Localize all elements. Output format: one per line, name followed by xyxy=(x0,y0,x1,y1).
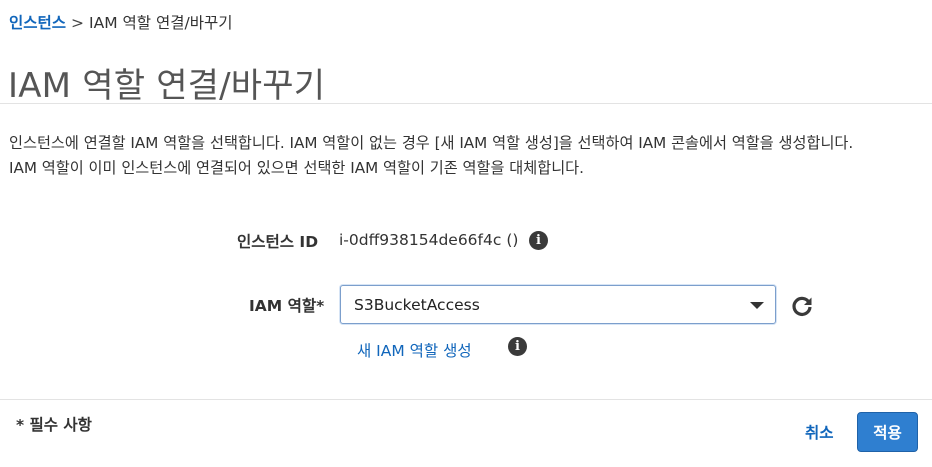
description-line-1: 인스턴스에 연결할 IAM 역할을 선택합니다. IAM 역할이 없는 경우 [… xyxy=(9,134,854,152)
header-divider xyxy=(0,103,932,104)
caret-down-icon xyxy=(750,302,764,309)
cancel-button[interactable]: 취소 xyxy=(805,421,834,443)
create-iam-role-link[interactable]: 새 IAM 역할 생성 xyxy=(357,339,472,361)
breadcrumb: 인스턴스 > IAM 역할 연결/바꾸기 xyxy=(9,11,233,33)
instance-id-label: 인스턴스 ID xyxy=(237,233,319,251)
description-line-2: IAM 역할이 이미 인스턴스에 연결되어 있으면 선택한 IAM 역할이 기존… xyxy=(9,158,584,177)
info-icon[interactable]: i xyxy=(529,231,548,250)
attach-iam-role-page: 인스턴스 > IAM 역할 연결/바꾸기 IAM 역할 연결/바꾸기 인스턴스에 연… xyxy=(0,0,932,467)
iam-role-label: IAM 역할* xyxy=(249,297,325,315)
breadcrumb-separator: > xyxy=(71,14,85,32)
info-icon[interactable]: i xyxy=(508,337,527,356)
refresh-icon[interactable] xyxy=(790,294,814,318)
iam-role-selected-value: S3BucketAccess xyxy=(354,296,480,314)
required-note: * 필수 사항 xyxy=(16,416,92,434)
page-title: IAM 역할 연결/바꾸기 xyxy=(8,66,326,106)
page-description: 인스턴스에 연결할 IAM 역할을 선택합니다. IAM 역할이 없는 경우 [… xyxy=(9,131,929,180)
apply-button[interactable]: 적용 xyxy=(857,412,918,452)
instance-id-value: i-0dff938154de66f4c () xyxy=(339,231,519,249)
footer-divider xyxy=(0,399,932,400)
breadcrumb-instances-link[interactable]: 인스턴스 xyxy=(9,14,66,32)
breadcrumb-current: IAM 역할 연결/바꾸기 xyxy=(89,14,233,32)
iam-role-select[interactable]: S3BucketAccess xyxy=(340,285,776,324)
